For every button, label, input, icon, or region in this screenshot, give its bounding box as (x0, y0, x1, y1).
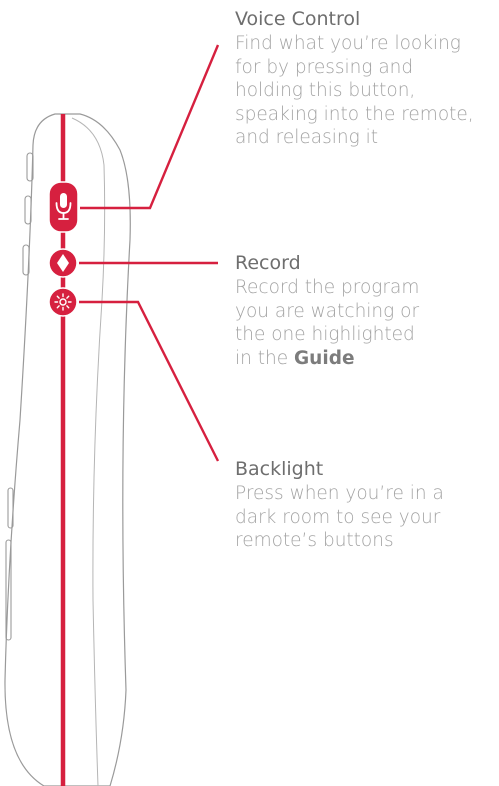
record-button (48, 248, 78, 278)
voice-control-description: Find what you’re looking for by pressing… (235, 32, 499, 150)
backlight-line: dark room to see your (235, 506, 441, 528)
voice-control-line: speaking into the remote, (235, 103, 474, 125)
voice-control-button (48, 181, 79, 233)
voice-control-line: Find what you’re looking (235, 33, 461, 54)
guide-label: Guide (294, 347, 355, 369)
backlight-button (48, 287, 78, 317)
record-line-prefix: in the (235, 347, 294, 369)
backlight-callout: Backlight Press when you’re in a dark ro… (235, 456, 475, 553)
record-description: Record the program you are watching or t… (235, 276, 475, 370)
backlight-title: Backlight (235, 458, 324, 480)
backlight-leader-line (79, 300, 220, 462)
voice-control-title: Voice Control (235, 8, 361, 30)
backlight-line: Press when you’re in a (235, 483, 444, 504)
record-title: Record (235, 252, 301, 274)
record-callout: Record Record the program you are watchi… (235, 250, 475, 370)
voice-control-line: and releasing it (235, 127, 379, 148)
voice-control-callout: Voice Control Find what you’re looking f… (235, 6, 499, 150)
record-line: in the Guide (235, 347, 475, 371)
backlight-line: remote’s buttons (235, 530, 394, 551)
voice-control-line: holding this button, (235, 80, 416, 101)
record-line: the one highlighted (235, 324, 415, 345)
voice-control-leader-line (80, 44, 220, 210)
record-line: Record the program (235, 277, 420, 298)
voice-control-line: for by pressing and (235, 56, 414, 78)
record-line: you are watching or (235, 300, 420, 322)
backlight-description: Press when you’re in a dark room to see … (235, 482, 475, 553)
